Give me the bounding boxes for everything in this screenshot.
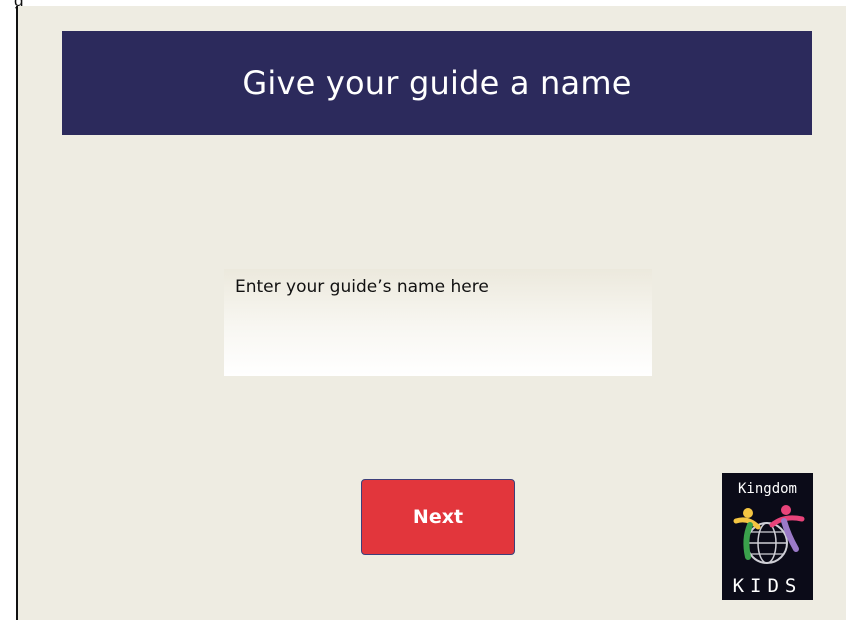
page-title: Give your guide a name <box>62 31 812 135</box>
logo-bottom-text: KIDS <box>733 575 803 597</box>
kingdom-kids-logo: Kingdom KIDS <box>722 473 813 600</box>
guide-name-input[interactable] <box>224 269 652 376</box>
logo-top-text: Kingdom <box>738 481 797 497</box>
slide-canvas: Give your guide a name Next Kingdom KIDS <box>16 6 846 620</box>
next-button-label: Next <box>412 506 464 528</box>
next-button[interactable]: Next <box>361 479 515 555</box>
